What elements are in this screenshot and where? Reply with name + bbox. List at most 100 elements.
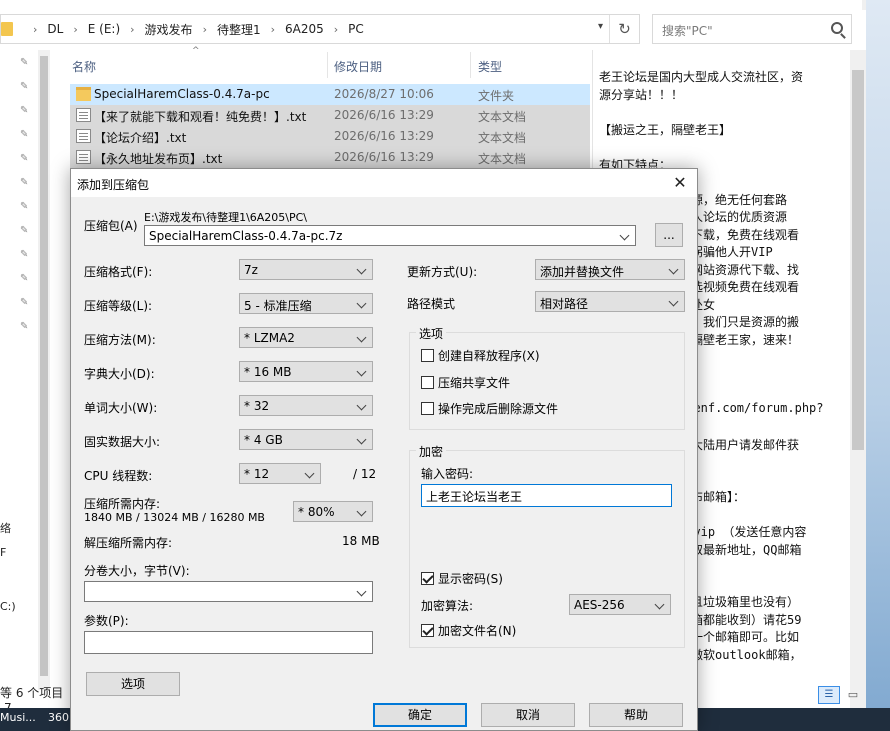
decompress-memory-value: 18 MB (342, 534, 380, 548)
cpu-select[interactable]: * 12 (239, 463, 321, 484)
chevron-down-icon[interactable]: ▾ (598, 21, 603, 32)
large-icons-view-icon[interactable]: ▭ (844, 686, 862, 704)
preview-scrollbar-thumb[interactable] (852, 70, 864, 450)
options-button[interactable]: 选项 (86, 672, 180, 696)
pin-icon[interactable]: ✎ (20, 130, 30, 140)
column-divider[interactable] (327, 52, 328, 78)
dict-select[interactable]: * 16 MB (239, 361, 373, 382)
breadcrumb-dl[interactable]: DL (47, 22, 63, 36)
encrypt-names-checkbox[interactable]: 加密文件名(N) (421, 622, 516, 638)
file-type: 文本文档 (478, 152, 527, 166)
preview-text-line: 【搬运之王，隔壁老王】 (599, 122, 732, 137)
refresh-icon[interactable]: ↻ (609, 15, 639, 43)
password-input[interactable]: 上老王论坛当老王 (421, 484, 672, 507)
file-name: 【论坛介绍】.txt (94, 131, 187, 145)
pin-icon[interactable]: ✎ (20, 298, 30, 308)
checkbox-checked[interactable] (421, 571, 434, 585)
update-mode-select[interactable]: 添加并替换文件 (535, 259, 685, 280)
checkbox-checked[interactable] (421, 623, 434, 637)
preview-text-line: g.vip （发送任意内容 (679, 525, 807, 539)
word-label: 单词大小(W): (84, 401, 158, 415)
breadcrumb-drive[interactable]: E (E:) (88, 22, 120, 36)
close-icon[interactable]: ✕ (667, 171, 693, 195)
archive-path: E:\游戏发布\待整理1\6A205\PC\ (144, 211, 308, 224)
breadcrumb-pc[interactable]: PC (348, 22, 364, 36)
method-select[interactable]: * LZMA2 (239, 327, 373, 348)
file-row-txt[interactable]: 【永久地址发布页】.txt 2026/6/16 13:29 文本文档 (70, 147, 590, 168)
dialog-titlebar[interactable]: 添加到压缩包 ✕ (71, 169, 697, 197)
file-type: 文本文档 (478, 110, 527, 124)
column-name[interactable]: 名称 (72, 58, 96, 75)
status-bar: 等 6 个项目 7 (0, 684, 70, 715)
text-file-icon (76, 150, 91, 164)
pin-icon[interactable]: ✎ (20, 322, 30, 332)
help-button[interactable]: 帮助 (589, 703, 683, 727)
address-bar[interactable]: › DL › E (E:) › 游戏发布 › 待整理1 › 6A205 › PC… (0, 14, 640, 44)
folder-icon (1, 22, 13, 36)
memory-percent-select[interactable]: * 80% (293, 501, 373, 522)
cancel-button[interactable]: 取消 (481, 703, 575, 727)
archive-name-combo[interactable]: SpecialHaremClass-0.4.7a-pc.7z (144, 225, 636, 246)
search-icon (831, 22, 843, 34)
word-select[interactable]: * 32 (239, 395, 373, 416)
column-date[interactable]: 修改日期 (334, 58, 382, 75)
taskbar-item-360[interactable]: 360 (48, 711, 69, 728)
volume-label: 分卷大小，字节(V): (84, 564, 190, 578)
chevron-down-icon[interactable] (618, 228, 632, 243)
path-mode-select[interactable]: 相对路径 (535, 291, 685, 312)
nav-item-fragment[interactable]: C:) (0, 600, 16, 613)
solid-select[interactable]: * 4 GB (239, 429, 373, 450)
pin-icon[interactable]: ✎ (20, 226, 30, 236)
params-input[interactable] (84, 631, 373, 654)
chevron-right-icon: › (33, 22, 38, 36)
desktop-wallpaper (866, 0, 890, 731)
column-divider[interactable] (470, 52, 471, 78)
show-password-checkbox[interactable]: 显示密码(S) (421, 570, 503, 586)
preview-scrollbar[interactable] (850, 50, 866, 710)
nav-scrollbar[interactable] (38, 50, 50, 690)
breadcrumb-game-release[interactable]: 游戏发布 (145, 21, 193, 38)
file-name: SpecialHaremClass-0.4.7a-pc (94, 87, 270, 101)
file-row-txt[interactable]: 【来了就能下载和观看！纯免费！】.txt 2026/6/16 13:29 文本文… (70, 105, 590, 126)
checkbox-unchecked[interactable] (421, 375, 434, 389)
search-input[interactable]: 搜索"PC" (652, 14, 852, 44)
file-row-txt[interactable]: 【论坛介绍】.txt 2026/6/16 13:29 文本文档 (70, 126, 590, 147)
pin-icon[interactable]: ✎ (20, 178, 30, 188)
format-select[interactable]: 7z (239, 259, 373, 280)
file-type: 文本文档 (478, 131, 527, 145)
chevron-down-icon (355, 296, 369, 311)
format-value: 7z (244, 263, 258, 277)
nav-item-fragment[interactable]: F (0, 546, 6, 559)
level-select[interactable]: 5 - 标准压缩 (239, 293, 373, 314)
details-view-icon[interactable]: ☰ (818, 686, 840, 704)
column-type[interactable]: 类型 (478, 58, 502, 75)
file-date: 2026/6/16 13:29 (334, 150, 434, 164)
nav-item-fragment[interactable]: 络 (0, 520, 11, 536)
breadcrumb-to-sort[interactable]: 待整理1 (217, 21, 261, 38)
method-value: * LZMA2 (244, 331, 295, 345)
level-value: 5 - 标准压缩 (244, 299, 312, 313)
chevron-down-icon[interactable] (355, 584, 369, 599)
browse-button[interactable]: ... (655, 223, 683, 247)
pin-icon[interactable]: ✎ (20, 82, 30, 92)
checkbox-unchecked[interactable] (421, 348, 434, 362)
pin-icon[interactable]: ✎ (20, 250, 30, 260)
pin-icon[interactable]: ✎ (20, 274, 30, 284)
ok-button[interactable]: 确定 (373, 703, 467, 727)
file-row-folder[interactable]: SpecialHaremClass-0.4.7a-pc 2026/8/27 10… (70, 84, 590, 105)
volume-size-combo[interactable] (84, 581, 373, 602)
pin-icon[interactable]: ✎ (20, 58, 30, 68)
pin-icon[interactable]: ✎ (20, 106, 30, 116)
nav-scrollbar-thumb[interactable] (40, 56, 48, 676)
chevron-down-icon (667, 294, 681, 309)
pin-icon[interactable]: ✎ (20, 202, 30, 212)
checkbox-unchecked[interactable] (421, 401, 434, 415)
pin-icon[interactable]: ✎ (20, 154, 30, 164)
create-sfx-checkbox[interactable]: 创建自释放程序(X) (421, 347, 540, 363)
taskbar-item-music[interactable]: Musi... (0, 711, 36, 728)
breadcrumb-6a205[interactable]: 6A205 (285, 22, 324, 36)
encrypt-names-label: 加密文件名(N) (438, 623, 517, 638)
compress-shared-checkbox[interactable]: 压缩共享文件 (421, 374, 510, 390)
encryption-method-select[interactable]: AES-256 (569, 594, 671, 615)
delete-after-checkbox[interactable]: 操作完成后删除源文件 (421, 400, 558, 416)
